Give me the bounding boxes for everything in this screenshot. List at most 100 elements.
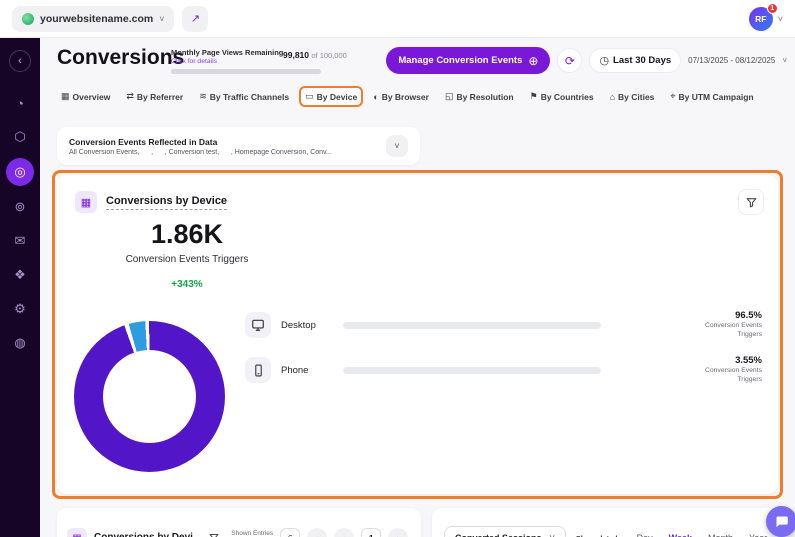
website-selector[interactable]: yourwebsitename.com ˅ xyxy=(12,6,174,32)
tab-by-referrer[interactable]: ⇄ By Referrer xyxy=(120,86,189,107)
chevron-down-icon: ˅ xyxy=(778,14,783,24)
pagination-next-button[interactable]: › xyxy=(388,528,408,537)
monitor-icon xyxy=(245,312,271,338)
account-menu[interactable]: RF 1 ˅ xyxy=(749,7,783,31)
legend-value-block: 96.5% Conversion Events Triggers xyxy=(705,310,762,340)
chevron-down-icon: ˅ xyxy=(782,56,787,65)
tab-by-browser[interactable]: ◐ By Browser xyxy=(367,87,435,107)
tab-overview[interactable]: ▦ Overview xyxy=(55,86,116,107)
gear-icon: ⚙ xyxy=(14,301,26,317)
granularity-day[interactable]: Day xyxy=(637,533,653,537)
legend-label: Phone xyxy=(281,365,343,376)
messages-icon: ✉ xyxy=(15,233,26,249)
shown-entries: Shown Entries 1-2/2 xyxy=(231,530,273,537)
tab-by-traffic-channels[interactable]: ≋ By Traffic Channels xyxy=(193,86,295,107)
stat-delta: +343% xyxy=(77,279,297,290)
sidebar-item-security[interactable]: ❖ xyxy=(7,262,33,288)
converted-sessions-dropdown[interactable]: Converted Sessions ˅ xyxy=(444,526,566,537)
funnel-icon[interactable] xyxy=(208,532,220,537)
funnel-icon xyxy=(745,196,758,209)
refresh-button[interactable]: ⟳ xyxy=(557,48,582,73)
avatar-initials: RF xyxy=(755,14,766,24)
clock-icon: ◷ xyxy=(599,54,609,67)
shield-icon: ❖ xyxy=(14,267,26,283)
utm-campaign-icon: ⌖ xyxy=(670,91,675,102)
grid-icon: ▦ xyxy=(67,528,87,537)
device-donut-chart xyxy=(74,321,225,472)
chat-widget-button[interactable] xyxy=(766,506,795,537)
tab-by-device[interactable]: ▭ By Device xyxy=(299,86,363,107)
website-name: yourwebsitename.com xyxy=(40,13,153,25)
granularity-month[interactable]: Month xyxy=(708,533,733,537)
open-site-button[interactable]: ↗ xyxy=(182,6,208,32)
banner-title: Conversion Events Reflected in Data xyxy=(69,137,378,147)
legend-value-block: 3.55% Conversion Events Triggers xyxy=(705,355,762,385)
manage-conversion-events-button[interactable]: Manage Conversion Events ⊕ xyxy=(386,47,550,74)
legend-label: Desktop xyxy=(281,320,343,331)
sidebar-item-goals[interactable]: ⊚ xyxy=(7,194,33,220)
grid-icon: ▦ xyxy=(75,191,97,213)
sidebar-item-settings[interactable]: ⚙ xyxy=(7,296,33,322)
period-label: Last 30 Days xyxy=(613,55,671,66)
sidebar-item-conversions[interactable]: ◎ xyxy=(6,158,34,186)
monthly-views-widget: Monthly Page Views Remaining 99,810 of 1… xyxy=(171,48,321,74)
sidebar-collapse-button[interactable]: ‹ xyxy=(9,50,31,72)
granularity-year[interactable]: Year xyxy=(749,533,767,537)
traffic-channels-icon: ≋ xyxy=(199,91,207,102)
views-total: of 100,000 xyxy=(311,51,346,60)
external-link-icon: ↗ xyxy=(191,12,200,25)
stat-label: Conversion Events Triggers xyxy=(77,254,297,265)
legend-percent: 96.5% xyxy=(705,310,762,322)
overview-icon: ▦ xyxy=(61,91,70,102)
banner-subtitle: All Conversion Events, , , Conversion te… xyxy=(69,149,378,156)
stat-block: 1.86K Conversion Events Triggers +343% xyxy=(77,219,297,290)
conversions-table-card: ▦ Conversions by Devi... Shown Entries 1… xyxy=(57,508,421,537)
chat-bubble-icon xyxy=(774,514,789,529)
granularity-week[interactable]: Week xyxy=(669,533,692,537)
app-window: yourwebsitename.com ˅ ↗ RF 1 ˅ ‹ ◔ ⬡ ◎ ⊚… xyxy=(0,0,795,537)
sessions-controls-card: Converted Sessions ˅ Show data by: Day W… xyxy=(432,508,778,537)
stat-value: 1.86K xyxy=(77,219,297,250)
card-title[interactable]: Conversions by Device xyxy=(106,195,227,210)
tab-by-utm-campaign[interactable]: ⌖ By UTM Campaign xyxy=(664,86,759,107)
report-tabs: ▦ Overview ⇄ By Referrer ≋ By Traffic Ch… xyxy=(55,86,760,107)
chevron-down-icon: ˅ xyxy=(394,141,399,151)
pagination-current-page[interactable]: 1 xyxy=(361,528,381,537)
filter-button[interactable] xyxy=(738,189,764,215)
header-controls: Manage Conversion Events ⊕ ⟳ ◷ Last 30 D… xyxy=(386,47,787,74)
tab-by-resolution[interactable]: ◱ By Resolution xyxy=(439,86,520,107)
audience-icon: ◍ xyxy=(14,335,25,351)
store-icon: ⬡ xyxy=(14,129,25,145)
date-period-selector[interactable]: ◷ Last 30 Days xyxy=(589,48,681,73)
tab-by-countries[interactable]: ⚑ By Countries xyxy=(524,86,600,107)
phone-icon xyxy=(245,357,271,383)
pagination-prev-button[interactable]: ‹ xyxy=(334,528,354,537)
pagination-first-button[interactable]: « xyxy=(307,528,327,537)
sidebar-item-store[interactable]: ⬡ xyxy=(7,124,33,150)
conversions-icon: ◎ xyxy=(14,164,25,180)
views-progress-fill xyxy=(171,69,321,74)
views-progress-bar xyxy=(171,69,321,74)
collapse-icon: ‹ xyxy=(18,55,22,67)
views-value: 99,810 of 100,000 xyxy=(283,50,347,60)
avatar: RF 1 xyxy=(749,7,773,31)
date-range[interactable]: 07/13/2025 - 08/12/2025 xyxy=(688,56,775,65)
show-data-by-label: Show data by: xyxy=(576,534,627,537)
sidebar-item-audience[interactable]: ◍ xyxy=(7,330,33,356)
dashboard-icon: ◔ xyxy=(16,96,24,111)
sidebar-item-messages[interactable]: ✉ xyxy=(7,228,33,254)
notification-badge: 1 xyxy=(767,3,778,14)
page-size-selector[interactable]: 6 xyxy=(280,528,300,537)
legend-row-desktop: Desktop 96.5% Conversion Events Triggers xyxy=(245,307,762,343)
refresh-icon: ⟳ xyxy=(565,54,575,68)
device-icon: ▭ xyxy=(305,91,314,102)
chevron-down-icon: ˅ xyxy=(159,14,164,24)
table-card-title[interactable]: Conversions by Devi... xyxy=(94,532,201,537)
chevron-down-icon: ˅ xyxy=(550,533,555,537)
legend-bar-track xyxy=(343,367,601,374)
tab-by-cities[interactable]: ⌂ By Cities xyxy=(604,87,661,107)
first-page-icon: « xyxy=(315,533,320,537)
sidebar-item-dashboard[interactable]: ◔ xyxy=(7,90,33,116)
banner-expand-button[interactable]: ˅ xyxy=(386,135,408,157)
plus-circle-icon: ⊕ xyxy=(528,54,538,68)
